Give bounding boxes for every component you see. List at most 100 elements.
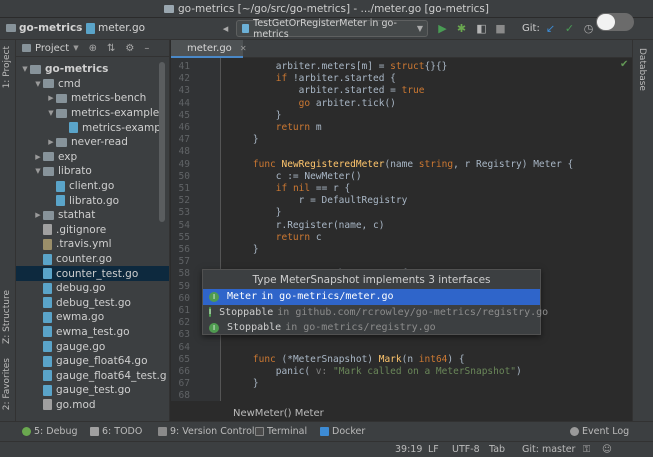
editor-tab-meter-go[interactable]: meter.go ✕ [171,40,247,58]
code-line[interactable]: 64 [171,342,632,354]
debug-icon[interactable]: ✱ [455,22,468,35]
editor-scrollbar[interactable] [624,58,632,401]
chevron-down-icon[interactable]: ▼ [33,80,43,88]
code-line[interactable]: 51 if nil == r { [171,183,632,195]
history-icon[interactable]: ◷ [582,22,595,35]
tree-item[interactable]: client.go [16,179,169,194]
file-encoding[interactable]: UTF-8 [452,444,480,455]
tree-item[interactable]: .travis.yml [16,237,169,252]
code-line[interactable]: 45 } [171,110,632,122]
breadcrumb-file[interactable]: meter.go [86,22,145,34]
favorites-tool-tab[interactable]: 2: Favorites [2,358,12,410]
tree-item[interactable]: librato.go [16,193,169,208]
code-line[interactable]: 65 func (*MeterSnapshot) Mark(n int64) { [171,354,632,366]
editor-breadcrumb[interactable]: NewMeter() Meter [171,406,632,421]
code-editor[interactable]: 41 arbiter.meters[m] = struct{}{} 42 if !… [171,58,632,401]
code-line[interactable]: 47 } [171,134,632,146]
tree-item[interactable]: metrics-examp [16,120,169,135]
back-arrow-icon[interactable]: ◂ [219,22,232,35]
code-line[interactable]: 44 go arbiter.tick() [171,98,632,110]
tree-item[interactable]: ▶ metrics-bench [16,91,169,106]
tree-item[interactable]: ▶ exp [16,150,169,165]
code-line[interactable]: 43 arbiter.started = true [171,85,632,97]
project-view-selector[interactable]: Project [35,43,69,54]
debug-tool-tab[interactable]: 5: Debug [22,426,78,437]
code-line[interactable]: 50 c := NewMeter() [171,171,632,183]
collapse-icon[interactable]: ⇅ [107,43,115,54]
git-branch[interactable]: Git: master [522,444,575,455]
tree-item[interactable]: .gitignore [16,223,169,238]
code-line[interactable]: 56 } [171,244,632,256]
folder-icon [43,79,54,89]
version-control-tool-tab[interactable]: 9: Version Control [158,426,255,437]
tree-scrollbar[interactable] [159,62,165,222]
database-tool-tab[interactable]: Database [637,48,647,91]
chevron-down-icon[interactable]: ▼ [33,167,43,175]
structure-tool-tab[interactable]: Z: Structure [2,290,12,344]
minimize-icon[interactable]: – [144,43,149,54]
locate-icon[interactable]: ⊕ [89,43,97,54]
code-line[interactable]: 49 func NewRegisteredMeter(name string, … [171,159,632,171]
code-line[interactable]: 66 panic( v: "Mark called on a MeterSnap… [171,366,632,378]
popup-item[interactable]: I Stoppable in go-metrics/registry.go [203,320,540,336]
code-line[interactable]: 48 [171,146,632,158]
tree-item[interactable]: ▶ stathat [16,208,169,223]
chevron-right-icon[interactable]: ▶ [33,153,43,161]
project-tool-tab[interactable]: 1: Project [2,46,12,88]
tree-item[interactable]: counter.go [16,252,169,267]
tree-item[interactable]: ewma_test.go [16,325,169,340]
caret-position[interactable]: 39:19 [395,444,422,455]
chevron-right-icon[interactable]: ▶ [46,138,56,146]
git-commit-icon[interactable]: ✓ [563,22,576,35]
todo-tool-tab[interactable]: 6: TODO [90,426,142,437]
close-icon[interactable]: ✕ [240,44,247,53]
tree-item[interactable]: ▼ metrics-example [16,106,169,121]
code-line[interactable]: 53 } [171,207,632,219]
gear-icon[interactable]: ⚙ [125,43,134,54]
tree-item[interactable]: gauge_float64.go [16,354,169,369]
chevron-right-icon[interactable]: ▶ [46,94,56,102]
run-icon[interactable]: ▶ [436,22,449,35]
presentation-toggle[interactable] [596,13,634,31]
docker-tool-tab[interactable]: Docker [320,426,365,437]
event-log-tool-tab[interactable]: Event Log [570,426,629,437]
breadcrumb-function[interactable]: NewMeter() Meter [233,408,324,419]
breadcrumb-project[interactable]: go-metrics [6,22,82,34]
tree-item[interactable]: ▼ go-metrics [16,62,169,77]
chevron-down-icon[interactable]: ▼ [20,65,30,73]
tree-item[interactable]: gauge.go [16,339,169,354]
tree-item[interactable]: go.mod [16,398,169,413]
tree-item[interactable]: ▶ never-read [16,135,169,150]
chevron-right-icon[interactable]: ▶ [33,211,43,219]
tree-item[interactable]: ▼ cmd [16,77,169,92]
popup-item[interactable]: I Stoppable in github.com/rcrowley/go-metr… [203,305,548,321]
line-separator[interactable]: LF [428,444,439,455]
chevron-down-icon[interactable]: ▼ [46,109,56,117]
code-line[interactable]: 41 arbiter.meters[m] = struct{}{} [171,61,632,73]
tree-item[interactable]: debug_test.go [16,296,169,311]
code-line[interactable]: 68 [171,390,632,401]
code-line[interactable]: 52 r = DefaultRegistry [171,195,632,207]
code-line[interactable]: 55 return c [171,232,632,244]
code-line[interactable]: 57 [171,256,632,268]
lock-icon[interactable]: ⚿ [583,444,590,455]
tree-item[interactable]: debug.go [16,281,169,296]
tree-item[interactable]: gauge_float64_test.g [16,368,169,383]
indent-setting[interactable]: Tab [489,444,505,455]
terminal-tool-tab[interactable]: Terminal [255,426,307,437]
code-line[interactable]: 54 r.Register(name, c) [171,220,632,232]
stop-icon[interactable]: ■ [494,22,507,35]
tree-item[interactable]: gauge_test.go [16,383,169,398]
tree-item[interactable]: ewma.go [16,310,169,325]
git-update-icon[interactable]: ↙ [544,22,557,35]
run-config-dropdown[interactable]: TestGetOrRegisterMeter in go-metrics ▼ [236,18,428,40]
tree-item[interactable]: ▼ librato [16,164,169,179]
inspector-icon[interactable]: ☺ [602,444,612,455]
code-line[interactable]: 67 } [171,378,632,390]
coverage-icon[interactable]: ◧ [475,22,488,35]
chevron-down-icon[interactable]: ▼ [73,44,78,52]
tree-item[interactable]: counter_test.go [16,266,169,281]
code-line[interactable]: 42 if !arbiter.started { [171,73,632,85]
popup-item[interactable]: I Meter in go-metrics/meter.go [203,289,540,305]
code-line[interactable]: 46 return m [171,122,632,134]
